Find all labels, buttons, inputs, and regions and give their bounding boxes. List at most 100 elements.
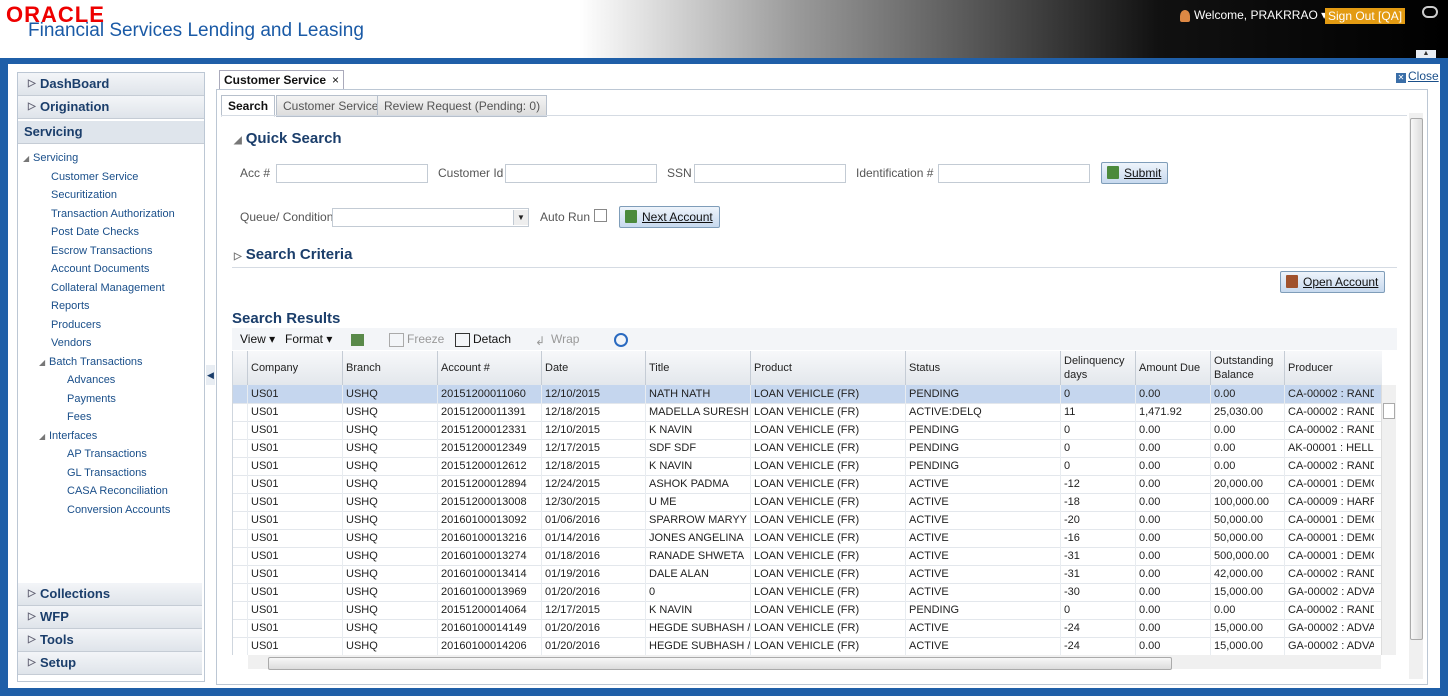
refresh-icon[interactable] [614, 332, 631, 347]
sidebar-item-collateral-management[interactable]: Collateral Management [18, 279, 202, 298]
table-row[interactable]: US01 USHQ 20160100014149 01/20/2016 HEGDE SU… [233, 619, 1382, 638]
table-horizontal-scroll-thumb[interactable] [268, 657, 1172, 670]
subtab-review-request[interactable]: Review Request (Pending: 0) [377, 95, 548, 117]
close-link[interactable]: ✕ Close [1396, 69, 1439, 83]
queue-condition-select[interactable] [332, 208, 529, 227]
column-header[interactable]: Branch [342, 351, 437, 385]
sidebar-servicing[interactable]: Servicing [18, 121, 204, 144]
tree-expander-icon[interactable]: ◢ [39, 354, 49, 373]
table-cell: USHQ [342, 475, 437, 493]
quick-search-header[interactable]: ◢ Quick Search [234, 130, 342, 147]
table-cell: 01/20/2016 [541, 619, 645, 637]
column-header[interactable]: Delinquency days [1060, 351, 1135, 385]
table-vertical-scrollbar[interactable] [1381, 385, 1396, 655]
table-row[interactable]: US01 USHQ 20160100013414 01/19/2016 DALE ALA… [233, 565, 1382, 584]
sidebar-item-reports[interactable]: Reports [18, 297, 202, 316]
detach-icon [455, 332, 470, 347]
table-row[interactable]: US01 USHQ 20151200011391 12/18/2015 MADELLA … [233, 403, 1382, 422]
next-account-button[interactable]: Next Account [619, 206, 720, 228]
subtab-customer-service[interactable]: Customer Service [276, 95, 386, 117]
table-vertical-scroll-thumb[interactable] [1383, 403, 1395, 419]
sidebar-item-fees[interactable]: Fees [18, 408, 202, 427]
identification-input[interactable] [938, 164, 1090, 183]
export-icon[interactable] [351, 332, 367, 346]
sidebar-item-casa-reconciliation[interactable]: CASA Reconciliation [18, 482, 202, 501]
sidebar-wfp[interactable]: ▷ WFP [18, 606, 202, 629]
table-row[interactable]: US01 USHQ 20160100013969 01/20/2016 0 LOAN VE… [233, 583, 1382, 602]
column-header[interactable]: Product [750, 351, 905, 385]
table-cell: 42,000.00 [1210, 565, 1284, 583]
welcome-user-menu[interactable]: Welcome, PRAKRRAO ▾ [1180, 8, 1327, 22]
collapse-header-icon[interactable]: ▲ [1416, 50, 1436, 58]
column-header[interactable]: Outstanding Balance [1210, 351, 1284, 385]
sidebar-item-servicing[interactable]: ◢ Servicing [18, 149, 202, 168]
column-header[interactable]: Amount Due [1135, 351, 1210, 385]
table-cell: LOAN VEHICLE (FR) [750, 493, 905, 511]
table-cell: K NAVIN [645, 601, 750, 619]
table-row[interactable]: US01 USHQ 20160100013092 01/06/2016 SPARROW … [233, 511, 1382, 530]
sidebar-item-customer-service[interactable]: Customer Service [18, 168, 202, 187]
sidebar-item-securitization[interactable]: Securitization [18, 186, 202, 205]
table-row[interactable]: US01 USHQ 20151200011060 12/10/2015 NATH NAT… [233, 385, 1382, 404]
table-cell: 20160100014206 [437, 637, 541, 655]
table-row[interactable]: US01 USHQ 20151200014064 12/17/2015 K NAVIN L… [233, 601, 1382, 620]
sidebar-setup[interactable]: ▷ Setup [18, 652, 202, 675]
wrap-button[interactable]: ↲ Wrap [535, 332, 579, 348]
search-criteria-header[interactable]: ▷ Search Criteria [234, 246, 352, 263]
format-menu[interactable]: Format ▾ [285, 332, 332, 346]
column-header[interactable]: Title [645, 351, 750, 385]
column-header[interactable]: Date [541, 351, 645, 385]
sidebar-item-batch-transactions[interactable]: ◢ Batch Transactions [18, 353, 202, 372]
sidebar-item-post-date-checks[interactable]: Post Date Checks [18, 223, 202, 242]
table-cell: 20151200012331 [437, 421, 541, 439]
auto-run-checkbox[interactable] [594, 209, 607, 222]
table-cell: LOAN VEHICLE (FR) [750, 529, 905, 547]
ssn-input[interactable] [694, 164, 846, 183]
freeze-button[interactable]: Freeze [389, 332, 444, 347]
table-row[interactable]: US01 USHQ 20151200012612 12/18/2015 K NAVIN L… [233, 457, 1382, 476]
sidebar-item-account-documents[interactable]: Account Documents [18, 260, 202, 279]
sidebar-item-ap-transactions[interactable]: AP Transactions [18, 445, 202, 464]
view-menu[interactable]: View ▾ [240, 332, 275, 346]
sidebar-item-gl-transactions[interactable]: GL Transactions [18, 464, 202, 483]
sidebar-dashboard[interactable]: ▷ DashBoard [18, 73, 204, 96]
tree-expander-icon[interactable]: ◢ [23, 150, 33, 169]
sidebar-item-conversion-accounts[interactable]: Conversion Accounts [18, 501, 202, 520]
acc-input[interactable] [276, 164, 428, 183]
collapse-sidebar-handle[interactable]: ◀ [206, 365, 215, 385]
table-row[interactable]: US01 USHQ 20151200012349 12/17/2015 SDF SDF L… [233, 439, 1382, 458]
submit-button[interactable]: Submit [1101, 162, 1169, 184]
panel-vertical-scroll-thumb[interactable] [1410, 118, 1423, 640]
sidebar-item-vendors[interactable]: Vendors [18, 334, 202, 353]
help-icon[interactable] [1422, 6, 1438, 18]
chevron-down-icon[interactable]: ▼ [513, 210, 528, 225]
sign-out-button[interactable]: Sign Out [QA] [1325, 8, 1406, 24]
sidebar-tools[interactable]: ▷ Tools [18, 629, 202, 652]
detach-button[interactable]: Detach [455, 332, 511, 347]
column-header[interactable]: Status [905, 351, 1060, 385]
table-row[interactable]: US01 USHQ 20160100014206 01/20/2016 HEGDE SU… [233, 637, 1382, 655]
table-row[interactable]: US01 USHQ 20151200012331 12/10/2015 K NAVIN L… [233, 421, 1382, 440]
table-row[interactable]: US01 USHQ 20151200012894 12/24/2015 ASHOK PA… [233, 475, 1382, 494]
table-row[interactable]: US01 USHQ 20160100013216 01/14/2016 JONES AN… [233, 529, 1382, 548]
table-cell: LOAN VEHICLE (FR) [750, 583, 905, 601]
column-header[interactable]: Company [247, 351, 342, 385]
sidebar-item-interfaces[interactable]: ◢ Interfaces [18, 427, 202, 446]
column-header[interactable]: Producer [1284, 351, 1374, 385]
sidebar-item-payments[interactable]: Payments [18, 390, 202, 409]
table-row[interactable]: US01 USHQ 20160100013274 01/18/2016 RANADE S… [233, 547, 1382, 566]
sidebar-collections[interactable]: ▷ Collections [18, 583, 202, 606]
sidebar-origination[interactable]: ▷ Origination [18, 96, 204, 119]
column-header[interactable]: Account # [437, 351, 541, 385]
sidebar-item-transaction-authorization[interactable]: Transaction Authorization [18, 205, 202, 224]
tab-customer-service[interactable]: Customer Service × [219, 70, 345, 90]
tree-expander-icon[interactable]: ◢ [39, 428, 49, 447]
sidebar-item-escrow-transactions[interactable]: Escrow Transactions [18, 242, 202, 261]
sidebar-item-advances[interactable]: Advances [18, 371, 202, 390]
close-tab-icon[interactable]: × [332, 73, 339, 87]
sidebar-item-producers[interactable]: Producers [18, 316, 202, 335]
customer-id-input[interactable] [505, 164, 657, 183]
subtab-search[interactable]: Search [221, 95, 276, 117]
table-row[interactable]: US01 USHQ 20151200013008 12/30/2015 U ME LOAN… [233, 493, 1382, 512]
open-account-button[interactable]: Open Account [1280, 271, 1386, 293]
